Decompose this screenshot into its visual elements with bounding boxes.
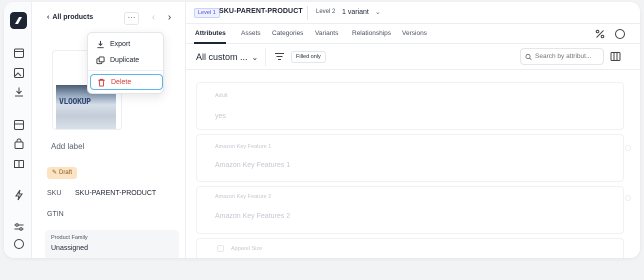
- bag-icon[interactable]: [12, 137, 25, 150]
- back-link[interactable]: ‹ All products: [47, 14, 93, 21]
- menu-item-export[interactable]: Export: [90, 36, 163, 52]
- columns-icon[interactable]: [610, 51, 621, 62]
- level-2-label: Level 2: [316, 9, 336, 15]
- status-badge-label: Draft: [59, 170, 73, 176]
- chat-icon[interactable]: [12, 237, 25, 250]
- divider: [265, 48, 266, 66]
- attribute-search[interactable]: [520, 48, 604, 65]
- level-1-badge: Level 1: [194, 8, 220, 18]
- tab-versions[interactable]: Versions: [402, 30, 427, 37]
- variant-breadcrumb-bar: Level 1 SKU-PARENT-PRODUCT Level 2 1 var…: [186, 2, 640, 24]
- status-indicator: [625, 195, 631, 201]
- gtin-label: GTIN: [47, 211, 64, 218]
- chevron-down-icon: ⌄: [374, 9, 381, 16]
- filter-icon[interactable]: [274, 51, 285, 62]
- product-family-label: Product Family: [51, 235, 88, 241]
- attribute-label: Amazon Key Feature 1: [215, 144, 272, 150]
- pencil-icon: ✎: [52, 170, 58, 176]
- menu-item-label: Duplicate: [110, 56, 140, 64]
- tab-variants[interactable]: Variants: [315, 30, 338, 37]
- menu-item-label: Export: [110, 40, 131, 48]
- tab-assets[interactable]: Assets: [241, 30, 261, 37]
- previous-product-button[interactable]: ‹: [147, 12, 160, 25]
- search-input[interactable]: [535, 53, 603, 60]
- attribute-value[interactable]: yes: [215, 113, 226, 120]
- attribute-list: Adult yes Amazon Key Feature 1 Amazon Ke…: [186, 70, 640, 258]
- attribute-view-value: All custom ...: [196, 52, 248, 62]
- tab-relationships[interactable]: Relationships: [352, 30, 391, 37]
- app-window: ‹ All products ··· ‹ › VLOOKUP Add label…: [4, 2, 640, 258]
- product-photo-text: VLOOKUP: [59, 97, 91, 106]
- icon-rail: [4, 2, 32, 258]
- attribute-value[interactable]: Amazon Key Features 1: [215, 162, 290, 169]
- layout-icon[interactable]: [12, 118, 25, 131]
- variant-count: 1 variant: [342, 9, 369, 16]
- sku-value[interactable]: SKU-PARENT-PRODUCT: [75, 190, 156, 197]
- attribute-row-key-feature-2[interactable]: Amazon Key Feature 2 Amazon Key Features…: [196, 186, 631, 234]
- status-badge[interactable]: ✎ Draft: [47, 167, 78, 179]
- menu-divider: [88, 70, 163, 71]
- menu-item-duplicate[interactable]: Duplicate: [90, 52, 163, 68]
- trash-icon: [98, 78, 105, 87]
- copy-icon: [96, 55, 105, 64]
- chevron-down-icon: ⌄: [251, 52, 259, 62]
- product-family-value: Unassigned: [51, 245, 88, 252]
- attribute-row-key-feature-1[interactable]: Amazon Key Feature 1 Amazon Key Features…: [196, 134, 631, 182]
- bolt-icon[interactable]: [12, 188, 25, 201]
- image-icon[interactable]: [12, 66, 25, 79]
- next-product-button[interactable]: ›: [163, 12, 176, 25]
- tab-bar: Attributes Assets Categories Variants Re…: [186, 24, 640, 44]
- product-family-field[interactable]: Product Family Unassigned: [45, 230, 179, 258]
- product-sidebar: ‹ All products ··· ‹ › VLOOKUP Add label…: [32, 2, 186, 258]
- chat-icon[interactable]: [614, 28, 626, 40]
- attribute-row-adult[interactable]: Adult yes: [196, 82, 624, 130]
- tab-categories[interactable]: Categories: [272, 30, 303, 37]
- attribute-checkbox[interactable]: [217, 245, 224, 252]
- attribute-row-apparel-size[interactable]: Apparel Size: [196, 238, 624, 258]
- back-link-label: All products: [52, 14, 94, 21]
- divider: [307, 6, 308, 20]
- sliders-icon[interactable]: [12, 220, 25, 233]
- chevron-left-icon: ‹: [47, 14, 50, 21]
- menu-item-delete[interactable]: Delete: [90, 74, 163, 90]
- attribute-value[interactable]: Amazon Key Features 2: [215, 213, 290, 220]
- filled-only-filter[interactable]: Filled only: [291, 51, 326, 63]
- tab-attributes[interactable]: Attributes: [195, 30, 226, 37]
- app-logo[interactable]: [10, 12, 27, 29]
- more-options-button[interactable]: ···: [124, 12, 139, 25]
- menu-item-label: Delete: [111, 78, 132, 86]
- attribute-label: Amazon Key Feature 2: [215, 194, 272, 200]
- parent-sku-title: SKU-PARENT-PRODUCT: [219, 8, 303, 15]
- download-icon[interactable]: [12, 85, 25, 98]
- attribute-label: Apparel Size: [231, 246, 263, 252]
- variant-selector[interactable]: 1 variant ⌄: [342, 8, 381, 16]
- more-options-menu: Export Duplicate Delete: [87, 32, 164, 94]
- attributes-toolbar: All custom ... ⌄ Filled only: [186, 44, 640, 70]
- search-icon: [525, 53, 532, 60]
- download-icon: [97, 40, 104, 48]
- home-icon[interactable]: [12, 46, 25, 59]
- percent-icon[interactable]: [594, 28, 606, 40]
- status-indicator: [625, 145, 631, 151]
- attribute-view-select[interactable]: All custom ... ⌄: [196, 52, 258, 62]
- attribute-label: Adult: [215, 93, 228, 99]
- book-icon[interactable]: [12, 157, 25, 170]
- add-label-button[interactable]: Add label: [51, 142, 84, 151]
- sku-label: SKU: [47, 190, 62, 197]
